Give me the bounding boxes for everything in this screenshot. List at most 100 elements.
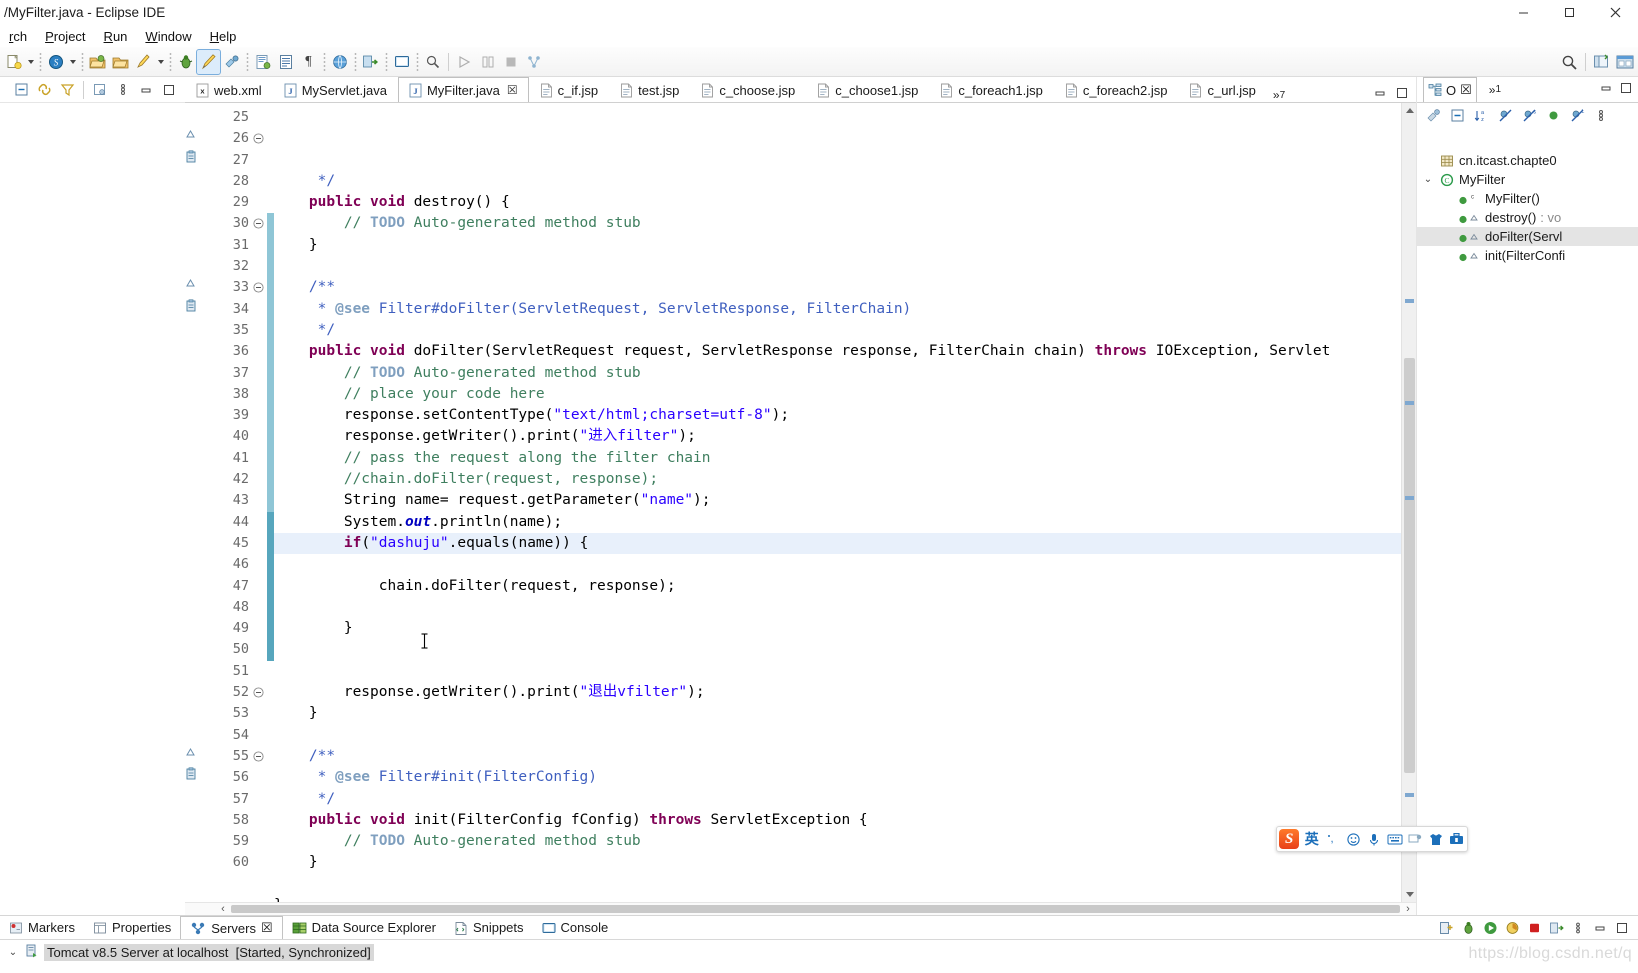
bottom-tab-properties[interactable]: Properties bbox=[84, 916, 180, 939]
ime-mode-button[interactable]: 英 bbox=[1301, 827, 1322, 851]
annotation-ruler[interactable] bbox=[185, 103, 207, 902]
view-maximize-icon[interactable] bbox=[157, 78, 180, 102]
collapse-all-icon[interactable] bbox=[1447, 106, 1467, 125]
outline-minimize-icon[interactable] bbox=[1600, 82, 1612, 97]
outline-twisty[interactable]: ⌄ bbox=[1421, 174, 1435, 185]
server-row[interactable]: ⌄ Tomcat v8.5 Server at localhost [Start… bbox=[0, 943, 1638, 962]
hide-static-icon[interactable]: s bbox=[1519, 106, 1539, 125]
scroll-up-arrow[interactable] bbox=[1402, 103, 1417, 118]
skin-icon[interactable] bbox=[1426, 827, 1447, 851]
bottom-tab-console[interactable]: Console bbox=[533, 916, 618, 939]
new-wizard-dropdown[interactable] bbox=[25, 50, 36, 74]
outline-item-init-filterconfi[interactable]: init(FilterConfi bbox=[1417, 246, 1638, 265]
editor-tab-c-choose-jsp[interactable]: c_choose.jsp bbox=[690, 77, 806, 102]
tab-outline[interactable]: O ☒ bbox=[1423, 77, 1477, 102]
bottom-tab-snippets[interactable]: Snippets bbox=[445, 916, 533, 939]
hide-nonpublic-icon[interactable] bbox=[1543, 106, 1563, 125]
screenshot-icon[interactable] bbox=[1405, 827, 1426, 851]
view-menu-icon[interactable] bbox=[88, 78, 111, 102]
outline-tab-close[interactable]: ☒ bbox=[1460, 82, 1472, 98]
editor-tab-close-icon[interactable]: ☒ bbox=[507, 83, 518, 97]
debug-button[interactable] bbox=[174, 50, 197, 74]
editor-tab-myfilter-java[interactable]: J MyFilter.java ☒ bbox=[397, 77, 529, 102]
outline-tab-overflow[interactable]: » 1 bbox=[1483, 83, 1507, 97]
terminate-button[interactable] bbox=[499, 50, 522, 74]
todo-task-marker[interactable] bbox=[185, 295, 207, 316]
bottom-tab-markers[interactable]: Markers bbox=[0, 916, 84, 939]
editor-horizontal-scrollbar[interactable]: ‹ › bbox=[185, 901, 1416, 916]
outline-item-destroy--[interactable]: destroy() : vo bbox=[1417, 208, 1638, 227]
bottom-minimize-icon[interactable] bbox=[1590, 918, 1610, 937]
editor-vertical-scrollbar[interactable] bbox=[1401, 103, 1416, 902]
scroll-down-arrow[interactable] bbox=[1402, 887, 1417, 902]
open-declaration-button[interactable] bbox=[274, 50, 297, 74]
overview-mark[interactable] bbox=[1405, 793, 1414, 797]
new-server-icon[interactable] bbox=[1436, 918, 1456, 937]
menu-help[interactable]: Help bbox=[201, 27, 246, 46]
outline-maximize-icon[interactable] bbox=[1620, 82, 1632, 97]
outline-tree[interactable]: cn.itcast.chapte0 ⌄ C MyFilter c MyFilter() de… bbox=[1417, 147, 1638, 915]
vertical-scrollbar-thumb[interactable] bbox=[1404, 358, 1415, 773]
bottom-tab-close-icon[interactable]: ☒ bbox=[261, 920, 273, 936]
fold-marker[interactable] bbox=[253, 128, 267, 149]
publish-icon[interactable] bbox=[1546, 918, 1566, 937]
save-button[interactable]: S bbox=[44, 50, 67, 74]
todo-task-marker[interactable] bbox=[185, 763, 207, 784]
run-button[interactable] bbox=[196, 48, 221, 75]
server-name[interactable]: Tomcat v8.5 Server at localhost [Started… bbox=[44, 944, 374, 961]
sogou-logo-icon[interactable]: S bbox=[1277, 827, 1301, 851]
editor-minimize-icon[interactable] bbox=[1374, 87, 1386, 102]
bottom-tab-servers[interactable]: Servers ☒ bbox=[180, 916, 283, 939]
step-into-button[interactable] bbox=[453, 50, 476, 74]
fold-marker[interactable] bbox=[253, 213, 267, 234]
profile-server-icon[interactable] bbox=[1502, 918, 1522, 937]
hide-fields-icon[interactable] bbox=[1495, 106, 1515, 125]
todo-task-marker[interactable] bbox=[185, 146, 207, 167]
open-perspective-button[interactable] bbox=[1590, 50, 1613, 74]
keyboard-icon[interactable] bbox=[1384, 827, 1405, 851]
outline-item-myfilter--[interactable]: c MyFilter() bbox=[1417, 189, 1638, 208]
outline-item-cn-itcast-chapte0[interactable]: cn.itcast.chapte0 bbox=[1417, 151, 1638, 170]
punctuation-icon[interactable]: , bbox=[1322, 827, 1343, 851]
search-toolbar-button[interactable] bbox=[421, 50, 444, 74]
open-resource-button[interactable] bbox=[109, 50, 132, 74]
stop-server-icon[interactable] bbox=[1524, 918, 1544, 937]
editor-tab-c-choose1-jsp[interactable]: c_choose1.jsp bbox=[806, 77, 929, 102]
editor-tab-test-jsp[interactable]: test.jsp bbox=[609, 77, 690, 102]
override-marker[interactable] bbox=[185, 124, 207, 145]
fold-marker[interactable] bbox=[253, 746, 267, 767]
pilcrow-button[interactable]: ¶ bbox=[297, 50, 320, 74]
start-server-icon[interactable] bbox=[1480, 918, 1500, 937]
folding-ruler[interactable] bbox=[253, 103, 267, 902]
editor-tab-c-foreach1-jsp[interactable]: c_foreach1.jsp bbox=[929, 77, 1054, 102]
overview-mark[interactable] bbox=[1405, 299, 1414, 303]
scroll-left-arrow[interactable]: ‹ bbox=[215, 901, 231, 916]
collapse-all-icon[interactable] bbox=[10, 78, 33, 102]
maximize-button[interactable] bbox=[1546, 0, 1592, 25]
override-marker[interactable] bbox=[185, 273, 207, 294]
toolbox-icon[interactable] bbox=[1446, 827, 1467, 851]
open-browser-button[interactable] bbox=[328, 50, 351, 74]
hide-local-types-icon[interactable]: L bbox=[1567, 106, 1587, 125]
minimize-button[interactable] bbox=[1500, 0, 1546, 25]
sogou-ime-toolbar[interactable]: S 英 , bbox=[1276, 826, 1468, 852]
open-type-button[interactable] bbox=[86, 50, 109, 74]
quick-fix-dropdown[interactable] bbox=[155, 50, 166, 74]
bottom-tab-data-source-explorer[interactable]: Data Source Explorer bbox=[283, 916, 445, 939]
fold-marker[interactable] bbox=[253, 682, 267, 703]
publish-server-button[interactable] bbox=[359, 50, 382, 74]
new-wizard-button[interactable] bbox=[2, 50, 25, 74]
editor-maximize-icon[interactable] bbox=[1396, 87, 1408, 102]
quick-fix-button[interactable] bbox=[132, 50, 155, 74]
scroll-right-arrow[interactable]: › bbox=[1400, 901, 1416, 916]
servers-view-menu-icon[interactable] bbox=[1568, 918, 1588, 937]
perspective-button[interactable] bbox=[522, 50, 545, 74]
filter-icon[interactable] bbox=[56, 78, 79, 102]
outline-view-menu-icon[interactable] bbox=[1591, 106, 1611, 125]
menu-run[interactable]: Run bbox=[95, 27, 137, 46]
outline-item-myfilter[interactable]: ⌄ C MyFilter bbox=[1417, 170, 1638, 189]
save-dropdown[interactable] bbox=[67, 50, 78, 74]
view-menu-dots-icon[interactable] bbox=[111, 78, 134, 102]
sort-icon[interactable]: a z bbox=[1471, 106, 1491, 125]
menu-rch[interactable]: rch bbox=[0, 27, 36, 46]
